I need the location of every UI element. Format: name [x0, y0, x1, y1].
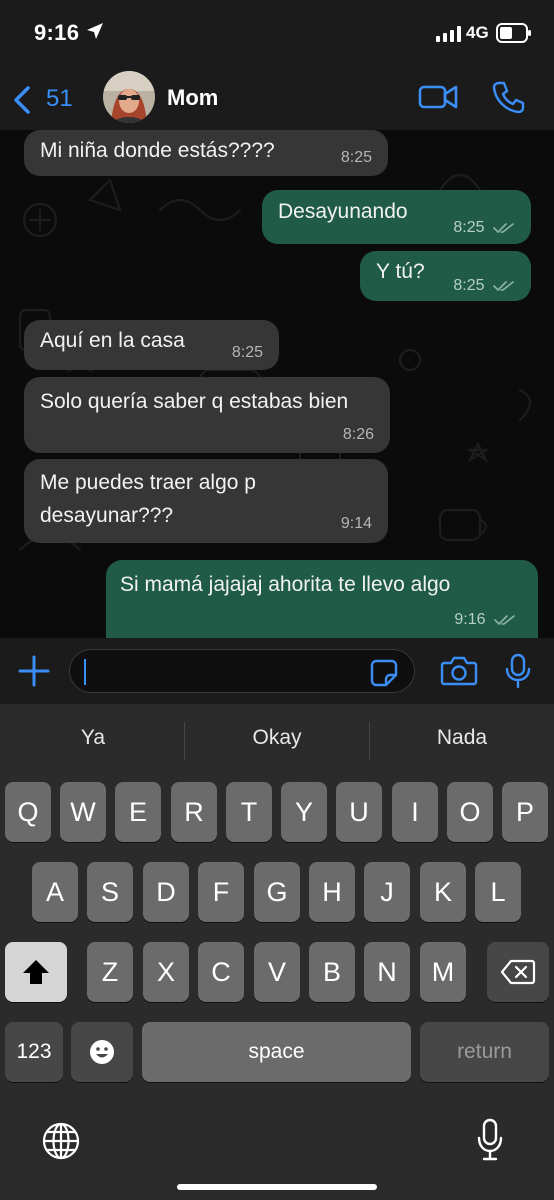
message-time: 9:14	[340, 515, 372, 532]
key-b[interactable]: B	[309, 942, 355, 1002]
message-meta: 8:25	[453, 276, 515, 296]
key-q[interactable]: Q	[5, 782, 51, 842]
status-bar: 9:16 4G	[0, 0, 554, 68]
key-t[interactable]: T	[226, 782, 272, 842]
message-text: Mi niña donde estás????	[40, 139, 275, 162]
key-e[interactable]: E	[115, 782, 161, 842]
message-bubble-outgoing[interactable]: Si mamá jajajaj ahorita te llevo algo 9:…	[106, 560, 538, 638]
video-call-button[interactable]	[418, 82, 458, 117]
sticker-icon	[370, 659, 398, 687]
message-text-line: Me puedes traer algo p	[40, 471, 256, 494]
key-r[interactable]: R	[171, 782, 217, 842]
phone-icon	[492, 81, 525, 114]
double-check-icon	[493, 280, 514, 291]
suggestion-nada[interactable]: Nada	[370, 726, 554, 750]
voice-call-button[interactable]	[492, 80, 526, 119]
message-bubble-incoming[interactable]: Me puedes traer algo p desayunar??? 9:14	[24, 459, 388, 543]
key-m[interactable]: M	[420, 942, 466, 1002]
message-time: 9:16	[454, 611, 486, 628]
message-time: 8:25	[453, 219, 485, 236]
message-time: 8:25	[340, 149, 372, 166]
video-camera-icon	[418, 85, 458, 109]
key-g[interactable]: G	[254, 862, 300, 922]
message-time: 8:25	[231, 344, 263, 361]
numbers-key[interactable]: 123	[5, 1022, 63, 1082]
unread-count: 51	[46, 85, 73, 112]
key-l[interactable]: L	[475, 862, 521, 922]
plus-icon	[18, 655, 50, 687]
key-n[interactable]: N	[364, 942, 410, 1002]
home-indicator[interactable]	[177, 1184, 377, 1190]
message-text: Desayunando	[278, 200, 408, 223]
key-c[interactable]: C	[198, 942, 244, 1002]
message-list[interactable]: Mi niña donde estás???? 8:25 Desayunando…	[0, 130, 554, 638]
message-bubble-incoming[interactable]: Mi niña donde estás???? 8:25	[24, 130, 388, 176]
location-arrow-icon	[86, 22, 104, 45]
double-check-icon	[494, 614, 515, 625]
delete-key[interactable]	[487, 942, 549, 1002]
key-a[interactable]: A	[32, 862, 78, 922]
double-check-icon	[493, 222, 514, 233]
key-s[interactable]: S	[87, 862, 133, 922]
dictation-microphone-icon[interactable]	[476, 1118, 504, 1167]
voice-note-button[interactable]	[505, 653, 531, 694]
key-d[interactable]: D	[143, 862, 189, 922]
composer-bar	[0, 638, 554, 704]
camera-button[interactable]	[440, 655, 478, 692]
key-u[interactable]: U	[336, 782, 382, 842]
key-y[interactable]: Y	[281, 782, 327, 842]
signal-icon	[436, 26, 462, 47]
return-key[interactable]: return	[420, 1022, 549, 1082]
message-bubble-outgoing[interactable]: Y tú? 8:25	[360, 251, 531, 301]
key-z[interactable]: Z	[87, 942, 133, 1002]
message-input[interactable]	[69, 649, 415, 693]
globe-icon[interactable]	[41, 1121, 81, 1166]
emoji-icon	[90, 1040, 114, 1064]
key-p[interactable]: P	[502, 782, 548, 842]
microphone-icon	[505, 653, 531, 689]
message-time: 8:25	[453, 277, 485, 294]
suggestion-okay[interactable]: Okay	[185, 726, 369, 750]
message-text: Y tú?	[376, 260, 425, 283]
message-meta: 8:25	[453, 218, 515, 238]
key-h[interactable]: H	[309, 862, 355, 922]
key-o[interactable]: O	[447, 782, 493, 842]
chevron-left-icon	[14, 86, 30, 114]
sticker-button[interactable]	[370, 659, 398, 692]
key-v[interactable]: V	[254, 942, 300, 1002]
message-meta: 9:16	[454, 610, 516, 630]
message-text: Solo quería saber q estabas bien	[40, 390, 349, 413]
status-time: 9:16	[34, 20, 80, 45]
attach-button[interactable]	[18, 655, 50, 692]
message-text: Si mamá jajajaj ahorita te llevo algo	[120, 573, 451, 596]
message-text-line: desayunar???	[40, 504, 174, 527]
space-key[interactable]: space	[142, 1022, 411, 1082]
avatar[interactable]	[103, 71, 155, 123]
shift-arrow-icon	[23, 960, 49, 984]
chat-header: 51 Mom	[0, 68, 554, 130]
text-cursor	[84, 659, 86, 685]
message-bubble-incoming[interactable]: Aquí en la casa 8:25	[24, 320, 279, 370]
back-button[interactable]: 51	[12, 82, 82, 116]
key-k[interactable]: K	[420, 862, 466, 922]
key-w[interactable]: W	[60, 782, 106, 842]
key-j[interactable]: J	[364, 862, 410, 922]
message-bubble-outgoing[interactable]: Desayunando 8:25	[262, 190, 531, 244]
suggestion-ya[interactable]: Ya	[1, 726, 185, 750]
key-x[interactable]: X	[143, 942, 189, 1002]
message-text: Aquí en la casa	[40, 329, 185, 352]
battery-icon	[496, 23, 532, 48]
key-i[interactable]: I	[392, 782, 438, 842]
network-label: 4G	[466, 23, 489, 42]
message-bubble-incoming[interactable]: Solo quería saber q estabas bien 8:26	[24, 377, 390, 453]
contact-name[interactable]: Mom	[167, 85, 218, 111]
emoji-key[interactable]	[71, 1022, 133, 1082]
shift-key[interactable]	[5, 942, 67, 1002]
key-f[interactable]: F	[198, 862, 244, 922]
camera-icon	[440, 656, 478, 686]
keyboard: Ya Okay Nada Q W E R T Y U I O P A S D F…	[0, 704, 554, 1200]
message-time: 8:26	[342, 426, 374, 443]
backspace-icon	[500, 959, 536, 985]
